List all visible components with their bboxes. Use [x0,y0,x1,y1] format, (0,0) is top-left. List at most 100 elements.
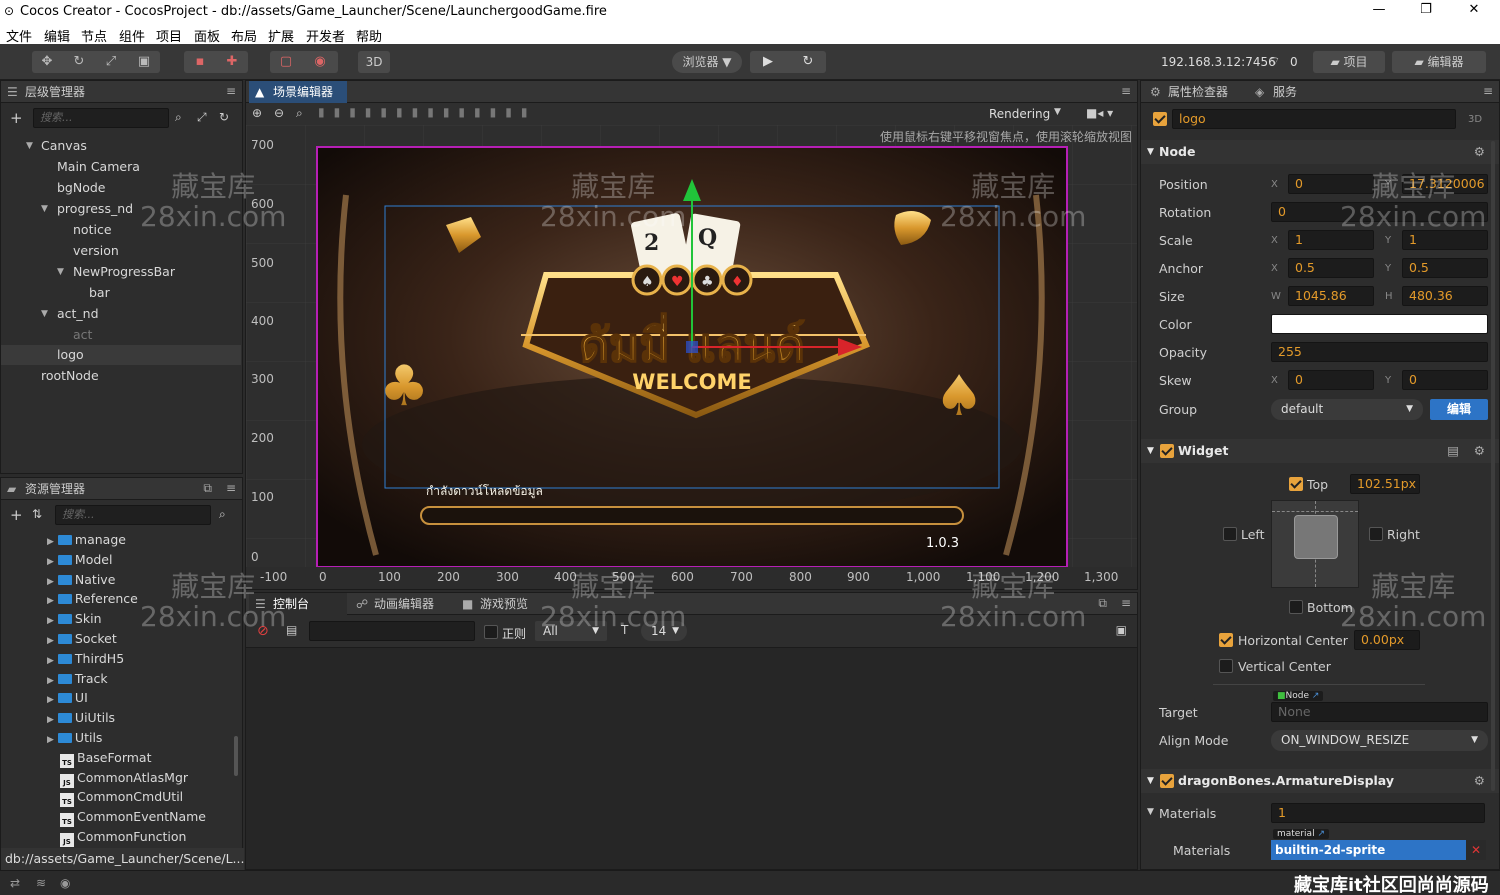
widget-section-header[interactable]: ▼ Widget ▤ ⚙ [1141,439,1499,463]
widget-bottom-checkbox[interactable] [1289,600,1303,614]
asset-item-uiutils[interactable]: ▶ UiUtils [47,708,115,728]
widget-left-checkbox[interactable] [1223,527,1237,541]
size-w-input[interactable]: 1045.86 [1288,286,1374,306]
asset-item-native[interactable]: ▶ Native [47,570,115,590]
tab-assets[interactable]: ▰ 资源管理器 [1,478,135,500]
position-x-input[interactable]: 0 [1288,174,1374,194]
open-log-icon[interactable]: ▤ [286,623,297,637]
asset-item-commoncmdutil[interactable]: TS CommonCmdUtil [60,787,183,808]
assets-scrollbar[interactable] [234,736,238,776]
asset-item-manage[interactable]: ▶ manage [47,530,126,550]
gear-icon[interactable]: ⚙ [1474,140,1485,164]
tree-node-logo[interactable]: logo [1,345,241,365]
tree-node-version[interactable]: version [1,241,241,261]
asset-item-utils[interactable]: ▶ Utils [47,728,102,748]
play-icon[interactable]: ▶ [754,51,782,73]
tree-node-notice[interactable]: notice [1,220,241,240]
asset-item-commonfunction[interactable]: JS CommonFunction [60,827,186,847]
panel-menu-icon[interactable]: ≡ [1121,596,1131,610]
asset-item-commoneventname[interactable]: TS CommonEventName [60,807,206,828]
search-icon[interactable]: ⌕ [219,507,226,522]
size-h-input[interactable]: 480.36 [1402,286,1488,306]
asset-item-track[interactable]: ▶ Track [47,669,108,689]
collapse-icon[interactable]: ▣ [1116,623,1127,637]
add-node-icon[interactable]: + [10,109,23,127]
regex-checkbox[interactable] [484,625,498,639]
node-name-input[interactable]: logo [1172,109,1456,129]
tree-node-bgnode[interactable]: bgNode [1,178,241,198]
node-section-header[interactable]: ▼ Node ⚙ [1141,140,1499,164]
scale-y-input[interactable]: 1 [1402,230,1488,250]
chevron-down-icon[interactable]: ▼ [1147,807,1154,817]
tree-node-act[interactable]: act [1,325,241,345]
rect-tool-icon[interactable]: ▣ [130,51,158,73]
rendering-select[interactable]: Rendering [989,107,1050,121]
eye-icon[interactable]: ◉ [60,876,70,890]
tree-node-main-camera[interactable]: Main Camera [1,157,241,177]
tab-console[interactable]: ☰ 控制台 [249,593,347,615]
tab-scene[interactable]: ▲ 场景编辑器 [249,81,347,103]
frame-icon[interactable]: ▢ [272,51,300,73]
target-input[interactable]: None [1271,702,1488,722]
menu-node[interactable]: 节点 [81,26,107,45]
restore-icon[interactable]: ❐ [1403,2,1449,22]
align-icons[interactable]: ▮▮▮▮▮▮▮▮▮▮▮▮▮▮ [318,105,536,119]
global-icon[interactable]: ✚ [218,51,246,73]
panel-menu-icon[interactable]: ≡ [1121,84,1131,98]
material-asset-field[interactable]: builtin-2d-sprite [1271,840,1466,860]
color-swatch[interactable] [1271,314,1488,334]
database-icon[interactable]: ≋ [36,876,46,890]
menu-developer[interactable]: 开发者 [306,26,345,45]
scale-tool-icon[interactable]: ⤢ [97,51,125,73]
widget-enabled-checkbox[interactable] [1160,444,1174,458]
sort-icon[interactable]: ⇅ [32,507,42,521]
materials-count-input[interactable]: 1 [1271,803,1485,823]
anchor-y-input[interactable]: 0.5 [1402,258,1488,278]
doc-icon[interactable]: ▤ [1447,439,1459,463]
inspector-scrollbar[interactable] [1491,141,1495,791]
edit-group-button[interactable]: 编辑 [1430,399,1488,420]
asset-item-ui[interactable]: ▶ UI [47,688,88,708]
popout-icon[interactable]: ⧉ [203,481,212,496]
tree-node-rootnode[interactable]: rootNode [1,366,241,386]
rotation-input[interactable]: 0 [1271,202,1488,222]
close-icon[interactable]: ✕ [1451,2,1497,22]
add-asset-icon[interactable]: + [10,506,23,524]
assets-search-input[interactable]: 搜索... [55,505,211,525]
tree-node-bar[interactable]: bar [1,283,241,303]
search-icon[interactable]: ⌕ [175,110,182,125]
move-tool-icon[interactable]: ✥ [33,51,61,73]
menu-project[interactable]: 项目 [156,26,182,45]
widget-top-input[interactable]: 102.51px [1350,474,1420,494]
open-project-button[interactable]: ▰ 项目 [1313,51,1385,73]
tab-game-preview[interactable]: ■ 游戏预览 [456,593,536,615]
menu-extension[interactable]: 扩展 [268,26,294,45]
zoom-reset-icon[interactable]: ⌕ [296,106,303,121]
asset-item-thirdh5[interactable]: ▶ ThirdH5 [47,649,124,669]
menu-panel[interactable]: 面板 [194,26,220,45]
tree-node-act-nd[interactable]: ▼ act_nd [1,304,241,324]
asset-item-commonatlasmgr[interactable]: JS CommonAtlasMgr [60,768,188,788]
gear-icon[interactable]: ⚙ [1474,769,1485,793]
scale-x-input[interactable]: 1 [1288,230,1374,250]
open-editor-button[interactable]: ▰ 编辑器 [1392,51,1486,73]
asset-item-reference[interactable]: ▶ Reference [47,589,138,609]
widget-top-checkbox[interactable] [1289,477,1303,491]
popout-icon[interactable]: ⧉ [1098,596,1107,611]
gear-icon[interactable]: ⚙ [1474,439,1485,463]
asset-item-baseformat[interactable]: TS BaseFormat [60,748,152,768]
asset-item-skin[interactable]: ▶ Skin [47,609,102,629]
widget-hcenter-input[interactable]: 0.00px [1354,630,1420,650]
skew-x-input[interactable]: 0 [1288,370,1374,390]
zoom-in-icon[interactable]: ⊕ [252,106,262,120]
align-mode-select[interactable]: ON_WINDOW_RESIZE ▼ [1271,730,1488,751]
skew-y-input[interactable]: 0 [1402,370,1488,390]
asset-item-model[interactable]: ▶ Model [47,550,112,570]
panel-menu-icon[interactable]: ≡ [1483,84,1493,98]
dragonbones-enabled-checkbox[interactable] [1160,774,1174,788]
menu-layout[interactable]: 布局 [231,26,257,45]
widget-vcenter-checkbox[interactable] [1219,659,1233,673]
tab-services[interactable]: ◈ 服务 [1249,81,1305,103]
tab-inspector[interactable]: ⚙ 属性检查器 [1144,81,1236,103]
refresh-icon[interactable]: ↻ [794,51,822,73]
